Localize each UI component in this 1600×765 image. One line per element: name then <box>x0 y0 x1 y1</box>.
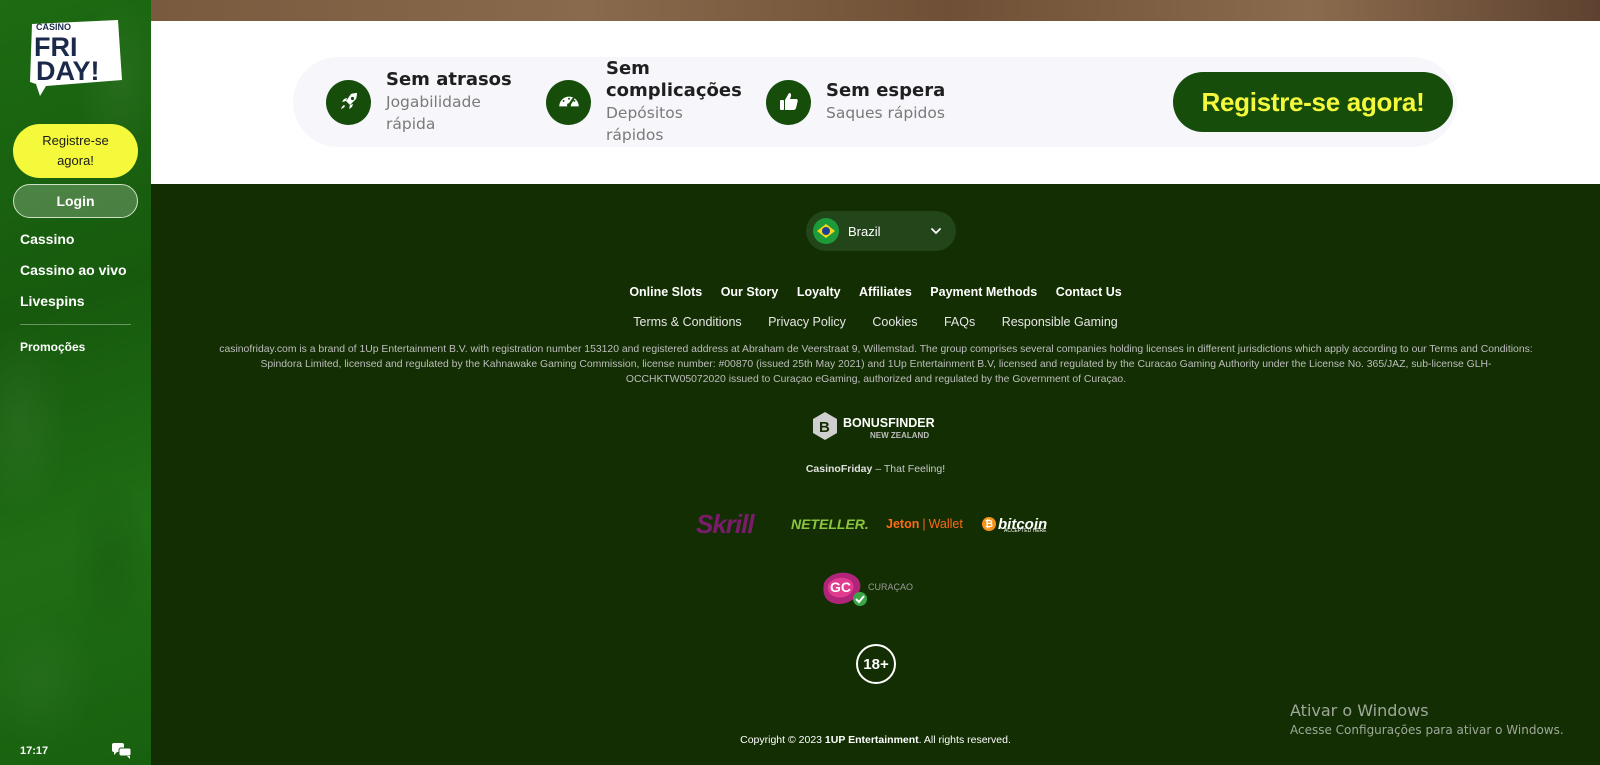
country-name: Brazil <box>848 223 881 239</box>
legal-text: casinofriday.com is a brand of 1Up Enter… <box>219 344 1533 385</box>
svg-text:NEW ZEALAND: NEW ZEALAND <box>870 431 929 440</box>
footer-secondary-links: Terms & Conditions Privacy Policy Cookie… <box>151 313 1600 331</box>
sidebar-item-cassino-ao-vivo[interactable]: Cassino ao vivo <box>20 262 127 293</box>
age-restriction-badge: 18+ <box>856 644 896 684</box>
jeton-wallet-logo: Jeton | Wallet <box>886 517 963 531</box>
casino-friday-logo[interactable]: CASINO FRI DAY! <box>26 16 126 96</box>
feature-subtitle: Saques rápidos <box>826 104 945 122</box>
tagline-text: – That Feeling! <box>872 463 946 475</box>
hero-banner-strip <box>151 0 1600 21</box>
bonusfinder-logo[interactable]: B BONUSFINDER NEW ZEALAND <box>812 410 952 442</box>
footer-link-cookies[interactable]: Cookies <box>872 315 917 329</box>
feature-title: Sem espera <box>826 80 946 101</box>
bitcoin-logo: ₿ bitcoin ACCEPTED HERE <box>982 508 1047 540</box>
sidebar-item-livespins[interactable]: Livespins <box>20 293 127 324</box>
svg-text:DAY!: DAY! <box>36 56 100 86</box>
clock-time: 17:17 <box>20 745 49 757</box>
payment-logos: Skrill NETELLER. Jeton | Wallet ₿ bitcoin … <box>696 508 1056 540</box>
feature-subtitle: Jogabilidade rápida <box>386 93 481 133</box>
footer-primary-links: Online Slots Our Story Loyalty Affiliate… <box>151 283 1600 301</box>
svg-text:BONUSFINDER: BONUSFINDER <box>843 416 935 430</box>
chat-icon[interactable] <box>112 743 132 759</box>
windows-activation-watermark: Ativar o Windows Acesse Configurações pa… <box>1290 701 1564 737</box>
brazil-flag-icon <box>813 218 839 244</box>
footer-link-privacy[interactable]: Privacy Policy <box>768 315 846 329</box>
login-button[interactable]: Login <box>13 184 138 218</box>
thumbs-up-icon <box>766 79 811 125</box>
footer-link-contact-us[interactable]: Contact Us <box>1056 285 1122 299</box>
footer-link-loyalty[interactable]: Loyalty <box>797 285 841 299</box>
sidebar-divider <box>20 324 131 325</box>
tagline: CasinoFriday – That Feeling! <box>151 463 1600 475</box>
footer-link-our-story[interactable]: Our Story <box>721 285 779 299</box>
footer-link-faqs[interactable]: FAQs <box>944 315 975 329</box>
footer-link-responsible-gaming[interactable]: Responsible Gaming <box>1002 315 1118 329</box>
svg-text:CASINO: CASINO <box>36 22 71 32</box>
feature-no-delays: Sem atrasos Jogabilidade rápida <box>326 57 512 147</box>
chevron-down-icon <box>931 228 941 235</box>
feature-title: Sem complicações <box>606 58 742 101</box>
footer-link-online-slots[interactable]: Online Slots <box>629 285 702 299</box>
footer-link-payment-methods[interactable]: Payment Methods <box>930 285 1037 299</box>
feature-no-wait: Sem espera Saques rápidos <box>766 57 945 147</box>
speedometer-icon <box>546 79 591 125</box>
svg-text:CURAÇAO: CURAÇAO <box>868 582 913 592</box>
bitcoin-icon: ₿ <box>982 517 996 531</box>
tagline-brand: CasinoFriday <box>805 463 873 475</box>
rocket-icon <box>326 79 371 125</box>
svg-text:GC: GC <box>830 579 851 595</box>
sidebar-item-promocoes[interactable]: Promoções <box>20 340 85 354</box>
register-cta-button[interactable]: Registre-se agora! <box>1173 72 1453 132</box>
register-button[interactable]: Registre-se agora! <box>13 124 138 178</box>
feature-subtitle: Depósitos rápidos <box>606 104 683 144</box>
main-content: Sem atrasos Jogabilidade rápida Sem comp… <box>151 0 1600 765</box>
feature-no-hassle: Sem complicações Depósitos rápidos <box>546 57 742 147</box>
svg-text:B: B <box>819 419 830 436</box>
curacao-license-badge[interactable]: GC CURAÇAO <box>816 565 921 611</box>
sidebar-item-cassino[interactable]: Cassino <box>20 231 127 262</box>
sidebar-nav: Cassino Cassino ao vivo Livespins <box>20 231 127 324</box>
neteller-logo: NETELLER. <box>791 516 869 532</box>
footer-link-terms[interactable]: Terms & Conditions <box>633 315 741 329</box>
footer-link-affiliates[interactable]: Affiliates <box>859 285 912 299</box>
skrill-logo: Skrill <box>696 508 755 539</box>
sidebar: CASINO FRI DAY! Registre-se agora! Login… <box>0 0 151 765</box>
feature-title: Sem atrasos <box>386 69 512 90</box>
country-selector[interactable]: Brazil <box>806 211 956 251</box>
